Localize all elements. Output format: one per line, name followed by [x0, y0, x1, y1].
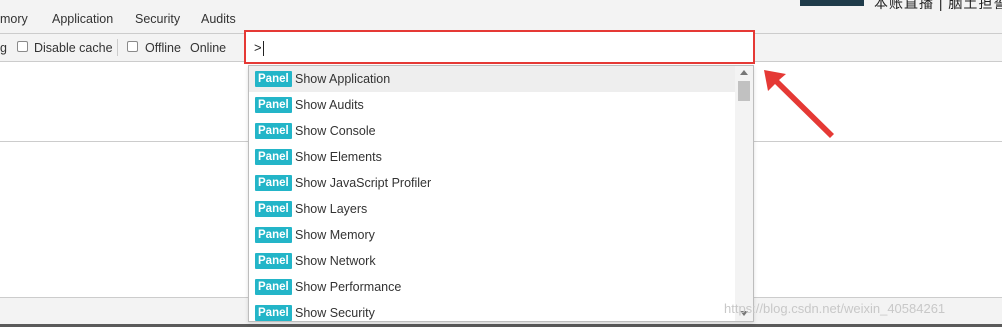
- suggestion-show-console[interactable]: Panel Show Console: [249, 118, 735, 144]
- disable-cache-checkbox[interactable]: [17, 41, 28, 52]
- offline-checkbox[interactable]: [127, 41, 138, 52]
- command-menu-input[interactable]: [250, 36, 757, 58]
- scroll-thumb[interactable]: [738, 81, 750, 101]
- suggestion-label: Show JavaScript Profiler: [295, 176, 432, 190]
- panel-badge: Panel: [255, 149, 292, 165]
- suggestion-label: Show Memory: [295, 228, 375, 242]
- tab-memory[interactable]: mory: [0, 12, 28, 26]
- panel-badge: Panel: [255, 123, 292, 139]
- video-thumbnail[interactable]: [800, 0, 864, 6]
- panel-badge: Panel: [255, 279, 292, 295]
- preserve-log-label: g: [0, 41, 7, 55]
- suggestion-label: Show Application: [295, 72, 391, 86]
- command-menu-highlight: [244, 30, 757, 64]
- suggestion-show-application[interactable]: Panel Show Application: [249, 66, 735, 92]
- suggestion-show-elements[interactable]: Panel Show Elements: [249, 144, 735, 170]
- suggestion-label: Show Network: [295, 254, 376, 268]
- panel-tab-strip: mory Application Security Audits 本账直播 | …: [0, 0, 1002, 34]
- suggestion-show-security[interactable]: Panel Show Security: [249, 300, 735, 321]
- disable-cache-label: Disable cache: [34, 41, 113, 55]
- suggestion-label: Show Performance: [295, 280, 402, 294]
- tab-application[interactable]: Application: [52, 12, 113, 26]
- suggestion-label: Show Security: [295, 306, 375, 320]
- suggestion-show-network[interactable]: Panel Show Network: [249, 248, 735, 274]
- suggestion-show-memory[interactable]: Panel Show Memory: [249, 222, 735, 248]
- suggestion-scrollbar[interactable]: [735, 66, 753, 321]
- page-heading-cut: 本账直播 | 胭土担誓: [874, 0, 1002, 11]
- panel-badge: Panel: [255, 305, 292, 321]
- suggestion-show-performance[interactable]: Panel Show Performance: [249, 274, 735, 300]
- suggestion-label: Show Layers: [295, 202, 368, 216]
- tab-audits[interactable]: Audits: [201, 12, 236, 26]
- toolbar-divider: [117, 39, 118, 56]
- panel-badge: Panel: [255, 97, 292, 113]
- offline-label: Offline: [145, 41, 181, 55]
- panel-badge: Panel: [255, 253, 292, 269]
- panel-badge: Panel: [255, 227, 292, 243]
- suggestion-show-javascript-profiler[interactable]: Panel Show JavaScript Profiler: [249, 170, 735, 196]
- command-suggestion-list: Panel Show Application Panel Show Audits…: [248, 65, 754, 322]
- suggestion-label: Show Console: [295, 124, 376, 138]
- panel-badge: Panel: [255, 175, 292, 191]
- panel-badge: Panel: [255, 71, 292, 87]
- suggestion-label: Show Audits: [295, 98, 364, 112]
- annotation-arrow-icon: [764, 70, 834, 138]
- tab-security[interactable]: Security: [135, 12, 180, 26]
- text-caret: [263, 41, 264, 56]
- suggestion-label: Show Elements: [295, 150, 382, 164]
- suggestion-show-audits[interactable]: Panel Show Audits: [249, 92, 735, 118]
- scroll-up-arrow-icon[interactable]: [740, 70, 748, 75]
- suggestion-show-layers[interactable]: Panel Show Layers: [249, 196, 735, 222]
- throttling-select[interactable]: Online: [190, 41, 226, 55]
- panel-badge: Panel: [255, 201, 292, 217]
- watermark-text: https://blog.csdn.net/weixin_40584261: [724, 301, 946, 316]
